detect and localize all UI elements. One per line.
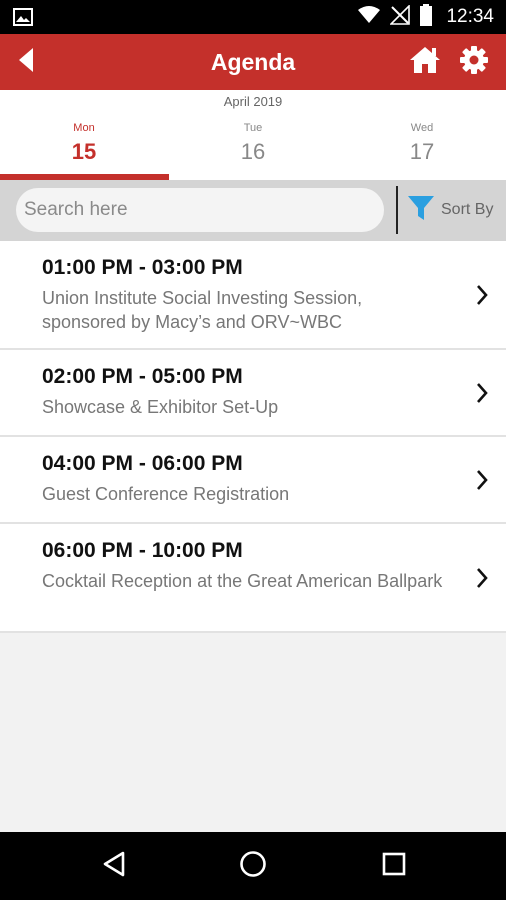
day-tab-mon[interactable]: Mon 15 — [0, 116, 169, 180]
divider — [396, 186, 398, 234]
home-circle-icon — [239, 850, 267, 883]
session-time: 06:00 PM - 10:00 PM — [42, 539, 243, 562]
status-bar: 12:34 — [0, 0, 506, 34]
chevron-right-icon — [474, 283, 490, 307]
sort-by-button[interactable]: Sort By — [407, 192, 493, 228]
no-signal-icon — [389, 3, 411, 30]
home-icon — [408, 45, 442, 80]
clock: 12:34 — [446, 6, 494, 27]
day-name: Tue — [243, 122, 263, 134]
chevron-right-icon — [474, 468, 490, 492]
day-number: 15 — [71, 139, 97, 164]
list-item[interactable]: 01:00 PM - 03:00 PM Union Institute Soci… — [0, 241, 506, 350]
chevron-right-icon — [474, 566, 490, 590]
session-time: 01:00 PM - 03:00 PM — [42, 256, 243, 279]
list-item[interactable]: 02:00 PM - 05:00 PM Showcase & Exhibitor… — [0, 350, 506, 437]
system-nav-bar — [0, 832, 506, 900]
list-item[interactable]: 04:00 PM - 06:00 PM Guest Conference Reg… — [0, 437, 506, 524]
filter-icon — [407, 194, 435, 227]
session-time: 02:00 PM - 05:00 PM — [42, 365, 243, 388]
session-title: Cocktail Reception at the Great American… — [42, 571, 443, 591]
day-tab-tue[interactable]: Tue 16 — [169, 116, 337, 180]
day-name: Wed — [410, 122, 434, 134]
gear-icon — [459, 45, 489, 80]
day-name: Mon — [73, 122, 95, 134]
recents-square-icon — [381, 851, 407, 882]
day-number: 16 — [240, 139, 266, 164]
session-time: 04:00 PM - 06:00 PM — [42, 452, 243, 475]
date-selector: April 2019 Mon 15 Tue 16 Wed 17 — [0, 90, 506, 180]
battery-icon — [420, 3, 433, 31]
wifi-icon — [358, 5, 381, 29]
nav-back-button[interactable] — [98, 850, 130, 882]
day-tab-wed[interactable]: Wed 17 — [338, 116, 506, 180]
month-label: April 2019 — [223, 94, 283, 109]
sort-by-label: Sort By — [441, 201, 494, 218]
nav-home-button[interactable] — [237, 850, 269, 882]
settings-button[interactable] — [456, 44, 492, 80]
session-list: 01:00 PM - 03:00 PM Union Institute Soci… — [0, 241, 506, 633]
back-triangle-icon — [102, 851, 126, 882]
search-input[interactable] — [16, 188, 384, 232]
home-button[interactable] — [406, 44, 444, 80]
app-bar: Agenda — [0, 34, 506, 90]
session-title: Union Institute Social Investing Session… — [42, 288, 363, 332]
day-number: 17 — [409, 139, 435, 164]
nav-recents-button[interactable] — [378, 850, 410, 882]
session-title: Guest Conference Registration — [42, 484, 290, 504]
search-bar: Sort By — [0, 180, 506, 241]
chevron-right-icon — [474, 381, 490, 405]
image-icon — [13, 8, 33, 31]
session-title: Showcase & Exhibitor Set-Up — [42, 397, 279, 417]
list-item[interactable]: 06:00 PM - 10:00 PM Cocktail Reception a… — [0, 524, 506, 633]
